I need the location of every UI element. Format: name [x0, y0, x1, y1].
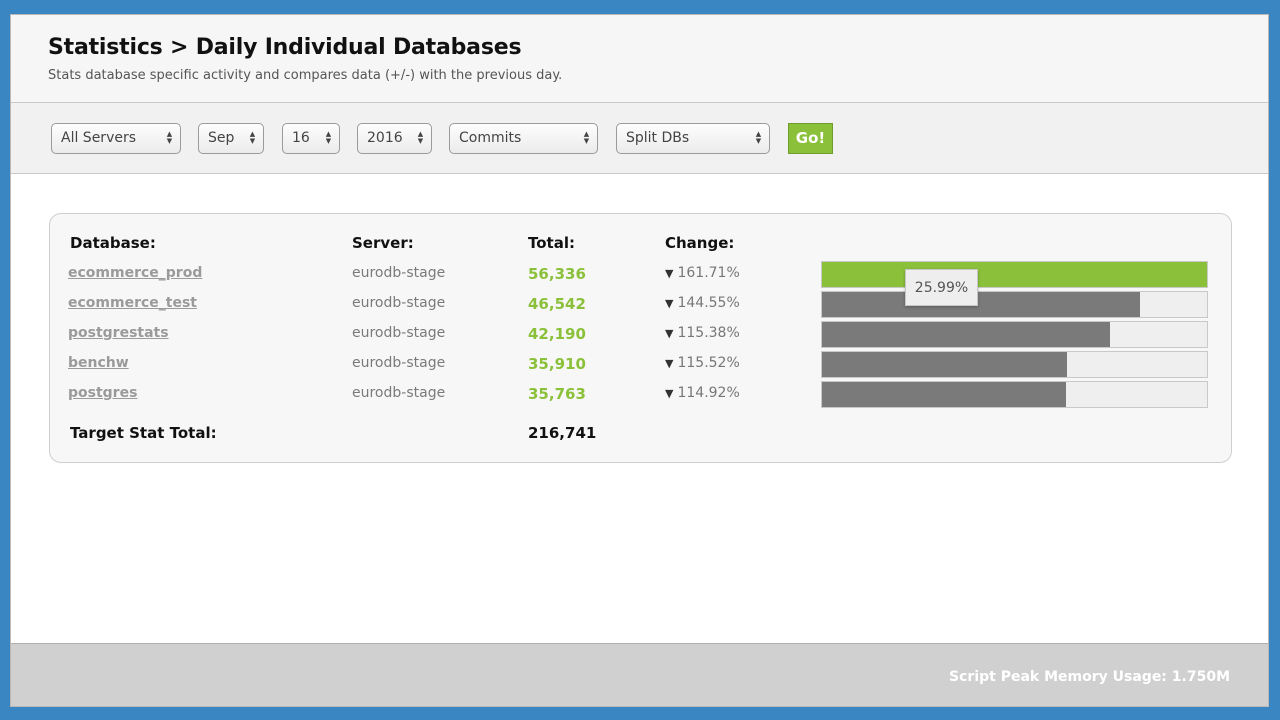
page-subtitle: Stats database specific activity and com… [48, 68, 563, 83]
day-select-value: 16 [292, 130, 310, 146]
server-name: eurodb-stage [352, 265, 446, 281]
month-select-value: Sep [208, 130, 235, 146]
stat-select[interactable]: Commits ▲ ▼ [449, 123, 598, 154]
share-bar-fill [822, 322, 1111, 347]
table-row: postgres eurodb-stage 35,763 ▼ 114.92% [50, 381, 1231, 411]
change-value: ▼ 114.92% [665, 385, 740, 401]
total-value: 42,190 [528, 325, 586, 343]
database-link[interactable]: ecommerce_prod [68, 265, 202, 281]
server-column-header: Server: [352, 234, 414, 252]
mode-select[interactable]: Split DBs ▲ ▼ [616, 123, 770, 154]
triangle-down-icon: ▼ [665, 267, 674, 280]
database-link[interactable]: benchw [68, 355, 129, 371]
change-percent: 161.71% [677, 265, 740, 281]
server-name: eurodb-stage [352, 385, 446, 401]
share-bar-fill [822, 382, 1067, 407]
share-bar[interactable] [821, 351, 1208, 378]
table-row: ecommerce_test eurodb-stage 46,542 ▼ 144.… [50, 291, 1231, 321]
updown-arrows-icon: ▲ ▼ [417, 130, 424, 145]
page-header: Statistics > Daily Individual Databases … [11, 15, 1268, 103]
triangle-down-icon: ▼ [665, 327, 674, 340]
mode-select-value: Split DBs [626, 130, 690, 146]
go-button[interactable]: Go! [788, 123, 833, 154]
database-link[interactable]: ecommerce_test [68, 295, 197, 311]
change-percent: 115.52% [677, 355, 740, 371]
year-select-value: 2016 [367, 130, 403, 146]
total-value: 56,336 [528, 265, 586, 283]
database-link[interactable]: postgres [68, 385, 137, 401]
database-column-header: Database: [70, 234, 156, 252]
app-window: Statistics > Daily Individual Databases … [10, 14, 1269, 707]
total-value: 46,542 [528, 295, 586, 313]
change-value: ▼ 115.38% [665, 325, 740, 341]
share-bar[interactable] [821, 291, 1208, 318]
share-bar[interactable] [821, 321, 1208, 348]
server-name: eurodb-stage [352, 325, 446, 341]
month-select[interactable]: Sep ▲ ▼ [198, 123, 264, 154]
stat-select-value: Commits [459, 130, 522, 146]
share-bar[interactable] [821, 381, 1208, 408]
change-value: ▼ 144.55% [665, 295, 740, 311]
table-row: postgrestats eurodb-stage 42,190 ▼ 115.38… [50, 321, 1231, 351]
change-value: ▼ 115.52% [665, 355, 740, 371]
bar-tooltip: 25.99% [905, 269, 978, 306]
server-select-value: All Servers [61, 130, 137, 146]
table-row: benchw eurodb-stage 35,910 ▼ 115.52% [50, 351, 1231, 381]
server-name: eurodb-stage [352, 295, 446, 311]
updown-arrows-icon: ▲ ▼ [583, 130, 590, 145]
triangle-down-icon: ▼ [665, 357, 674, 370]
share-bar-fill [822, 352, 1068, 377]
page-title: Statistics > Daily Individual Databases [48, 35, 522, 60]
total-value: 35,763 [528, 385, 586, 403]
filter-toolbar: All Servers ▲ ▼ Sep ▲ ▼ 16 ▲ ▼ 2016 ▲ ▼ Comm… [11, 103, 1268, 174]
triangle-down-icon: ▼ [665, 387, 674, 400]
server-name: eurodb-stage [352, 355, 446, 371]
stat-total-label: Target Stat Total: [70, 424, 217, 442]
total-column-header: Total: [528, 234, 575, 252]
total-value: 35,910 [528, 355, 586, 373]
share-bar-fill [822, 292, 1141, 317]
change-value: ▼ 161.71% [665, 265, 740, 281]
day-select[interactable]: 16 ▲ ▼ [282, 123, 340, 154]
share-bar-fill [822, 262, 1207, 287]
stat-total-value: 216,741 [528, 424, 597, 442]
table-row: ecommerce_prod eurodb-stage 56,336 ▼ 161.… [50, 261, 1231, 291]
database-link[interactable]: postgrestats [68, 325, 169, 341]
stats-panel: Database: Server: Total: Change: ecommer… [49, 213, 1232, 463]
change-percent: 114.92% [677, 385, 740, 401]
updown-arrows-icon: ▲ ▼ [325, 130, 332, 145]
share-bar[interactable] [821, 261, 1208, 288]
change-column-header: Change: [665, 234, 735, 252]
memory-usage-text: Script Peak Memory Usage: 1.750M [949, 669, 1230, 685]
updown-arrows-icon: ▲ ▼ [166, 130, 173, 145]
updown-arrows-icon: ▲ ▼ [249, 130, 256, 145]
page-footer: Script Peak Memory Usage: 1.750M [11, 643, 1268, 706]
change-percent: 144.55% [677, 295, 740, 311]
triangle-down-icon: ▼ [665, 297, 674, 310]
updown-arrows-icon: ▲ ▼ [755, 130, 762, 145]
server-select[interactable]: All Servers ▲ ▼ [51, 123, 181, 154]
year-select[interactable]: 2016 ▲ ▼ [357, 123, 432, 154]
change-percent: 115.38% [677, 325, 740, 341]
